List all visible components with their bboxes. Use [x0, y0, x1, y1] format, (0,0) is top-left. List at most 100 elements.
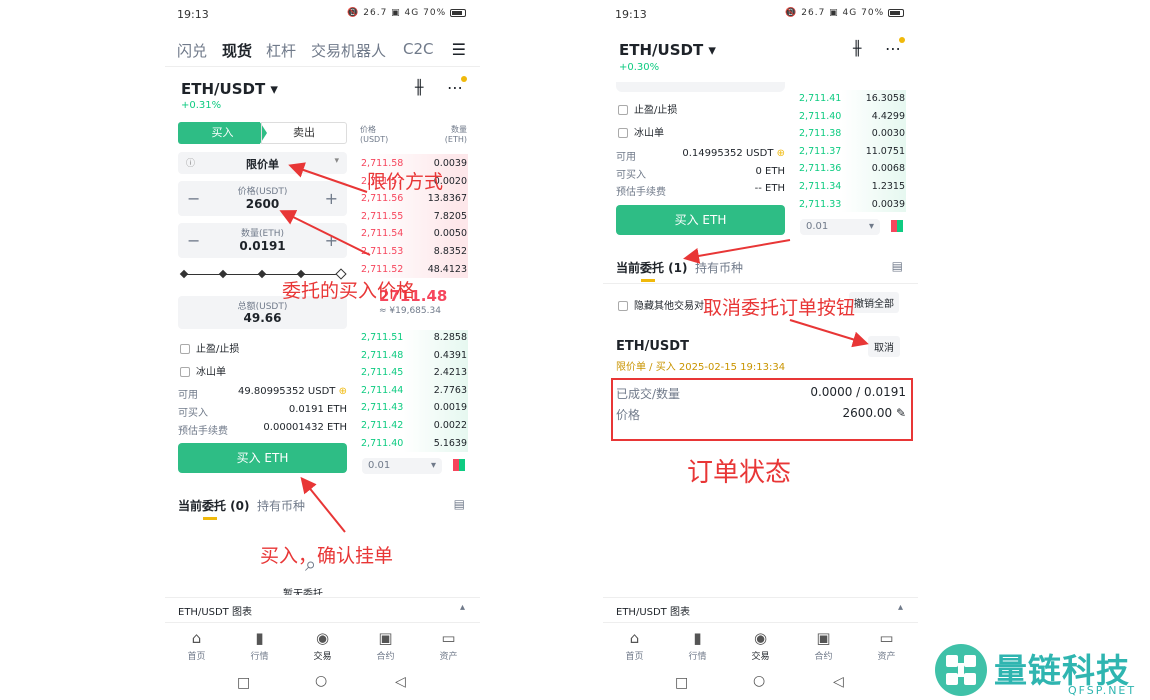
ask-row[interactable]: 2,711.56 13.8367 [361, 193, 467, 204]
pair-selector[interactable]: ETH/USDT ▾ [619, 41, 716, 59]
nav-futures[interactable]: ▣ 合约 [354, 623, 417, 672]
tab-margin[interactable]: 杠杆 [266, 40, 296, 61]
bid-row[interactable]: 2,711.34 1.2315 [799, 181, 905, 192]
home-circle-icon[interactable]: ○ [753, 673, 765, 689]
buy-eth-button[interactable]: 买入 ETH [178, 443, 347, 473]
tab-holdings[interactable]: 持有币种 [695, 259, 743, 276]
book-qty: 0.4391 [433, 349, 467, 361]
sell-tab[interactable]: 卖出 [261, 122, 347, 144]
nav-assets[interactable]: ▭ 资产 [417, 623, 480, 672]
minus-icon[interactable]: − [187, 189, 200, 208]
iceberg-checkbox[interactable]: 冰山单 [180, 363, 226, 378]
order-pair: ETH/USDT [616, 339, 689, 354]
book-qty: 1.2315 [871, 181, 905, 192]
chart-label: ETH/USDT 图表 [178, 607, 252, 618]
candlestick-icon[interactable]: ╫ [415, 80, 423, 96]
bid-row[interactable]: 2,711.36 0.0068 [799, 163, 905, 174]
bid-row[interactable]: 2,711.43 0.0019 [361, 402, 467, 413]
book-qty: 0.0068 [871, 163, 905, 175]
bid-row[interactable]: 2,711.40 4.4299 [799, 111, 905, 122]
depth-select[interactable]: 0.01 ▾ [800, 219, 880, 235]
bid-row[interactable]: 2,711.44 2.7763 [361, 385, 467, 396]
tab-spot[interactable]: 现货 [222, 40, 252, 61]
bid-row[interactable]: 2,711.51 8.2858 [361, 332, 467, 343]
candlestick-icon[interactable]: ╫ [853, 41, 861, 57]
bid-row[interactable]: 2,711.42 0.0022 [361, 420, 467, 431]
nav-futures[interactable]: ▣ 合约 [792, 623, 855, 672]
tp-sl-checkbox[interactable]: 止盈/止损 [618, 101, 677, 116]
bid-row[interactable]: 2,711.45 2.4213 [361, 367, 467, 378]
quantity-input[interactable]: 数量(ETH) 0.0191 − + [178, 223, 347, 258]
book-qty: 48.4123 [427, 263, 467, 275]
more-icon[interactable]: ⋯ [447, 78, 463, 97]
ask-row[interactable]: 2,711.53 8.8352 [361, 246, 467, 257]
tab-open-orders[interactable]: 当前委托 (1) [616, 259, 688, 276]
chart-bar[interactable]: ETH/USDT 图表 ▴ [165, 597, 480, 621]
slider-node[interactable] [218, 269, 228, 279]
buy-tab[interactable]: 买入 [178, 122, 267, 144]
nav-assets[interactable]: ▭ 资产 [855, 623, 918, 672]
back-icon[interactable]: ◁ [395, 674, 406, 690]
fee-row: 预估手续费 -- ETH [616, 183, 785, 198]
depth-view-icon[interactable] [453, 459, 465, 471]
plus-icon[interactable]: + [325, 189, 338, 208]
buy-eth-button[interactable]: 买入 ETH [616, 205, 785, 235]
bid-row[interactable]: 2,711.41 16.3058 [799, 93, 905, 104]
recent-apps-icon[interactable]: □ [675, 675, 688, 691]
chevron-up-icon: ▴ [459, 602, 465, 613]
ask-row[interactable]: 2,711.54 0.0050 [361, 228, 467, 239]
more-icon[interactable]: ⋯ [885, 39, 901, 58]
pair-selector[interactable]: ETH/USDT ▾ [181, 80, 278, 98]
history-icon[interactable]: ▤ [454, 497, 465, 511]
bid-row[interactable]: 2,711.33 0.0039 [799, 199, 905, 210]
book-price: 2,711.40 [361, 437, 404, 449]
hide-other-pairs-checkbox[interactable]: 隐藏其他交易对 [618, 297, 708, 312]
nav-trade[interactable]: ◉ 交易 [729, 623, 792, 672]
order-type-select[interactable]: ⓘ 限价单 ▾ [178, 152, 347, 174]
nav-home[interactable]: ⌂ 首页 [603, 623, 666, 672]
book-price: 2,711.52 [361, 263, 404, 275]
bid-row[interactable]: 2,711.48 0.4391 [361, 350, 467, 361]
nav-markets[interactable]: ▮ 行情 [228, 623, 291, 672]
bid-row[interactable]: 2,711.40 5.1639 [361, 438, 467, 449]
price-input[interactable]: 价格(USDT) 2600 − + [178, 181, 347, 216]
slider-node[interactable] [257, 269, 267, 279]
ask-row[interactable]: 2,711.55 7.8205 [361, 211, 467, 222]
bid-row[interactable]: 2,711.37 11.0751 [799, 146, 905, 157]
futures-icon: ▣ [816, 629, 831, 647]
back-icon[interactable]: ◁ [833, 674, 844, 690]
depth-select[interactable]: 0.01 ▾ [362, 458, 442, 474]
tab-flash-swap[interactable]: 闪兑 [177, 40, 207, 61]
chart-bar[interactable]: ETH/USDT 图表 ▴ [603, 597, 918, 621]
cancel-all-button[interactable]: 撤销全部 [849, 292, 899, 313]
tab-holdings[interactable]: 持有币种 [257, 497, 305, 514]
iceberg-checkbox[interactable]: 冰山单 [618, 124, 664, 139]
ask-row[interactable]: 2,711.52 48.4123 [361, 264, 467, 275]
book-qty: 0.0022 [433, 420, 467, 431]
recent-apps-icon[interactable]: □ [237, 675, 250, 691]
menu-icon[interactable]: ☰ [452, 40, 466, 59]
book-price: 2,711.51 [361, 332, 404, 343]
tab-open-orders[interactable]: 当前委托 (0) [178, 497, 250, 514]
history-icon[interactable]: ▤ [892, 259, 903, 273]
cancel-order-button[interactable]: 取消 [868, 336, 900, 357]
depth-view-icon[interactable] [891, 220, 903, 232]
nav-trade[interactable]: ◉ 交易 [291, 623, 354, 672]
bid-row[interactable]: 2,711.38 0.0030 [799, 128, 905, 139]
tab-trading-bot[interactable]: 交易机器人 [311, 40, 386, 61]
tab-c2c[interactable]: C2C [403, 40, 434, 58]
slider-node[interactable] [179, 269, 189, 279]
fee-row: 预估手续费 0.00001432 ETH [178, 422, 347, 437]
minus-icon[interactable]: − [187, 231, 200, 250]
system-nav: □ ○ ◁ [603, 670, 918, 700]
nav-home[interactable]: ⌂ 首页 [165, 623, 228, 672]
book-price: 2,711.43 [361, 402, 404, 414]
plus-icon[interactable]: + [325, 231, 338, 250]
add-funds-icon[interactable]: ⊕ [339, 386, 347, 397]
home-circle-icon[interactable]: ○ [315, 673, 327, 689]
nav-markets[interactable]: ▮ 行情 [666, 623, 729, 672]
home-icon: ⌂ [629, 629, 640, 647]
add-funds-icon[interactable]: ⊕ [777, 148, 785, 159]
tp-sl-checkbox[interactable]: 止盈/止损 [180, 340, 239, 355]
book-qty: 11.0751 [865, 145, 905, 157]
